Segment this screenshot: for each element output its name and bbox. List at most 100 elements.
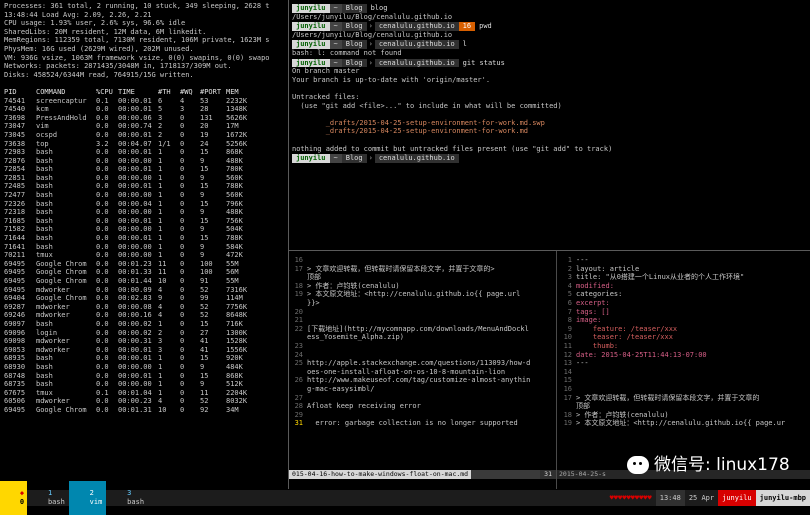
pane-divider-horizontal[interactable]: [289, 250, 810, 251]
tmux-session-indicator[interactable]: ◆ 0: [0, 480, 28, 515]
column-header[interactable]: PID: [4, 88, 36, 97]
process-row[interactable]: 68735 bash 0.0 00:00.00 1 0 9 512K: [4, 380, 292, 389]
tmux-window-1[interactable]: 1 bash: [27, 481, 69, 515]
column-header[interactable]: #WQ: [180, 88, 200, 97]
process-cell: 74541: [4, 96, 26, 105]
process-row[interactable]: 73698 PressAndHold 0.0 00:00.06 3 0 131 5626K: [4, 114, 292, 123]
process-cell: 5: [158, 105, 163, 114]
process-row[interactable]: 72851 bash 0.0 00:00.00 1 0 9 560K: [4, 174, 292, 183]
process-row[interactable]: 69404 Google Chrom 0.0 00:02.83 9 0 99 114M: [4, 294, 292, 303]
process-row[interactable]: 69096 login 0.0 00:00.02 2 0 27 1300K: [4, 329, 292, 338]
vim-line: 20: [289, 308, 555, 317]
line-number: 19: [563, 419, 572, 428]
line-number: 3: [567, 273, 572, 282]
line-number: 8: [567, 316, 572, 325]
process-row[interactable]: 60506 mdworker 0.0 00:00.23 4 0 52 8032K: [4, 397, 292, 406]
process-cell: 3: [180, 105, 185, 114]
process-row[interactable]: 74541 screencaptur 0.1 00:00.01 6 4 53 2232K: [4, 97, 292, 106]
column-header[interactable]: COMMAND: [36, 88, 96, 97]
vim-right-pane[interactable]: 1 --- 2 layout: article 3 title: "从0搭建一个Linux…: [558, 256, 810, 470]
process-row[interactable]: 72983 bash 0.0 00:00.01 1 0 15 868K: [4, 148, 292, 157]
column-header[interactable]: MEM: [226, 88, 256, 97]
process-cell: 0.0: [96, 182, 109, 191]
process-cell: 69495: [4, 277, 26, 285]
process-cell: 1: [158, 216, 163, 225]
process-row[interactable]: 69495 Google Chrom 0.0 00:01.23 11 0 100 55M: [4, 260, 292, 269]
process-row[interactable]: 72854 bash 0.0 00:00.01 1 0 15 780K: [4, 165, 292, 174]
process-cell: 00:00.01: [118, 148, 152, 157]
shell-prompt: junyilu ~ Blog blog: [292, 4, 810, 13]
shell-pane[interactable]: junyilu ~ Blog blog/Users/junyilu/Blog/cena…: [292, 3, 810, 249]
line-number: 29: [294, 410, 303, 419]
process-cell: 72851: [4, 173, 26, 182]
process-row[interactable]: 72326 bash 0.0 00:00.04 1 0 15 796K: [4, 200, 292, 209]
process-cell: 69495: [4, 259, 26, 268]
tmux-window-2-active[interactable]: 2 vim: [68, 480, 107, 515]
vim-line-text: feature: /teaser/xxx: [576, 324, 678, 333]
process-cell: 00:00.00: [118, 156, 152, 165]
column-header[interactable]: TIME: [118, 88, 158, 97]
process-cell: 0: [180, 405, 185, 414]
process-row[interactable]: 68748 bash 0.0 00:00.01 1 0 15 868K: [4, 372, 292, 381]
process-cell: 0.0: [96, 208, 109, 217]
process-row[interactable]: 69495 Google Chrom 0.0 00:01.31 10 0 92 34M: [4, 406, 292, 415]
process-cell: 2232K: [226, 96, 248, 105]
process-row[interactable]: 71685 bash 0.0 00:00.01 1 0 15 756K: [4, 217, 292, 226]
process-row[interactable]: 69495 Google Chrom 0.0 00:01.44 10 0 91 55M: [4, 277, 292, 286]
vim-split-divider[interactable]: [556, 251, 557, 489]
process-row[interactable]: 73045 ocspd 0.0 00:00.01 2 0 19 1672K: [4, 131, 292, 140]
vim-line-text: > 作者：卢钧轶(cenalulu): [576, 410, 669, 419]
process-cell: 0.0: [96, 191, 109, 200]
process-row[interactable]: 71644 bash 0.0 00:00.01 1 0 15 788K: [4, 234, 292, 243]
process-row[interactable]: 72485 bash 0.0 00:00.01 1 0 15 788K: [4, 182, 292, 191]
column-header[interactable]: #TH: [158, 88, 180, 97]
process-cell: 0.0: [96, 148, 109, 157]
line-number: 5: [567, 290, 572, 299]
process-row[interactable]: 71641 bash 0.0 00:00.00 1 0 9 584K: [4, 243, 292, 252]
process-cell: bash: [36, 156, 53, 165]
process-cell: 1300K: [226, 328, 248, 337]
column-header[interactable]: #PORT: [200, 88, 226, 97]
vim-left-buffer[interactable]: 16 17 > 文章欢迎转载，但转载时请保留本段文字，并置于文章的> 顶部 18 > 作者…: [289, 256, 555, 428]
htop-spacer: [4, 79, 292, 88]
process-row[interactable]: 68930 bash 0.0 00:00.00 1 0 9 484K: [4, 363, 292, 372]
process-row[interactable]: 68935 bash 0.0 00:00.01 1 0 15 920K: [4, 354, 292, 363]
process-row[interactable]: 69053 mdworker 0.0 00:00.01 3 0 41 1556K: [4, 346, 292, 355]
process-cell: 1: [158, 354, 163, 363]
vim-line-text: 顶部: [307, 273, 321, 282]
process-row[interactable]: 73047 vim 0.0 00:00.74 2 0 20 17M: [4, 122, 292, 131]
process-row[interactable]: 69495 Google Chrom 0.0 00:01.33 11 0 100 56M: [4, 268, 292, 277]
process-cell: 69098: [4, 337, 26, 346]
process-row[interactable]: 72318 bash 0.0 00:00.00 1 0 9 488K: [4, 208, 292, 217]
tmux-window-3[interactable]: 3 bash: [106, 481, 148, 515]
htop-pane[interactable]: Processes: 361 total, 2 running, 10 stuc…: [0, 0, 292, 491]
column-header[interactable]: %CPU: [96, 88, 118, 97]
process-row[interactable]: 69097 bash 0.0 00:00.02 1 0 15 716K: [4, 320, 292, 329]
process-cell: 71685: [4, 216, 26, 225]
process-row[interactable]: 74540 kcm 0.0 00:00.01 5 3 28 1348K: [4, 105, 292, 114]
process-cell: 00:00.23: [118, 397, 152, 406]
process-row[interactable]: 72876 bash 0.0 00:00.00 1 0 9 488K: [4, 157, 292, 166]
line-number: 23: [294, 341, 303, 350]
process-cell: 73045: [4, 130, 26, 139]
chevron-right-icon: ›: [368, 40, 373, 49]
process-row[interactable]: 73638 top 3.2 00:04.07 1/1 0 24 5256K: [4, 140, 292, 149]
process-row[interactable]: 69246 mdworker 0.0 00:00.16 4 0 52 8648K: [4, 311, 292, 320]
process-row[interactable]: 69495 mdworker 0.0 00:00.09 4 0 52 7316K: [4, 286, 292, 295]
vim-line-text: excerpt:: [576, 298, 610, 307]
process-row[interactable]: 70211 tmux 0.0 00:00.00 1 0 9 472K: [4, 251, 292, 260]
process-cell: 1: [158, 251, 163, 260]
shell-current-prompt[interactable]: junyilu ~ Blog › cenalulu.github.io: [292, 154, 810, 163]
process-row[interactable]: 71582 bash 0.0 00:00.00 1 0 9 504K: [4, 225, 292, 234]
vim-right-buffer[interactable]: 1 --- 2 layout: article 3 title: "从0搭建一个Linux…: [558, 256, 810, 428]
process-cell: 0: [180, 337, 185, 346]
process-row[interactable]: 67675 tmux 0.1 00:01.04 1 0 11 2204K: [4, 389, 292, 398]
vim-line-text: layout: article: [576, 264, 640, 273]
vim-left-pane[interactable]: 16 17 > 文章欢迎转载，但转载时请保留本段文字，并置于文章的> 顶部 18 > 作者…: [289, 256, 555, 470]
process-row[interactable]: 69287 mdworker 0.0 00:00.08 4 0 52 7756K: [4, 303, 292, 312]
process-row[interactable]: 72477 bash 0.0 00:00.00 1 0 9 560K: [4, 191, 292, 200]
process-cell: 0: [180, 311, 185, 320]
wechat-icon: [627, 456, 649, 474]
process-cell: 69495: [4, 405, 26, 414]
process-row[interactable]: 69098 mdworker 0.0 00:00.31 3 0 41 1528K: [4, 337, 292, 346]
